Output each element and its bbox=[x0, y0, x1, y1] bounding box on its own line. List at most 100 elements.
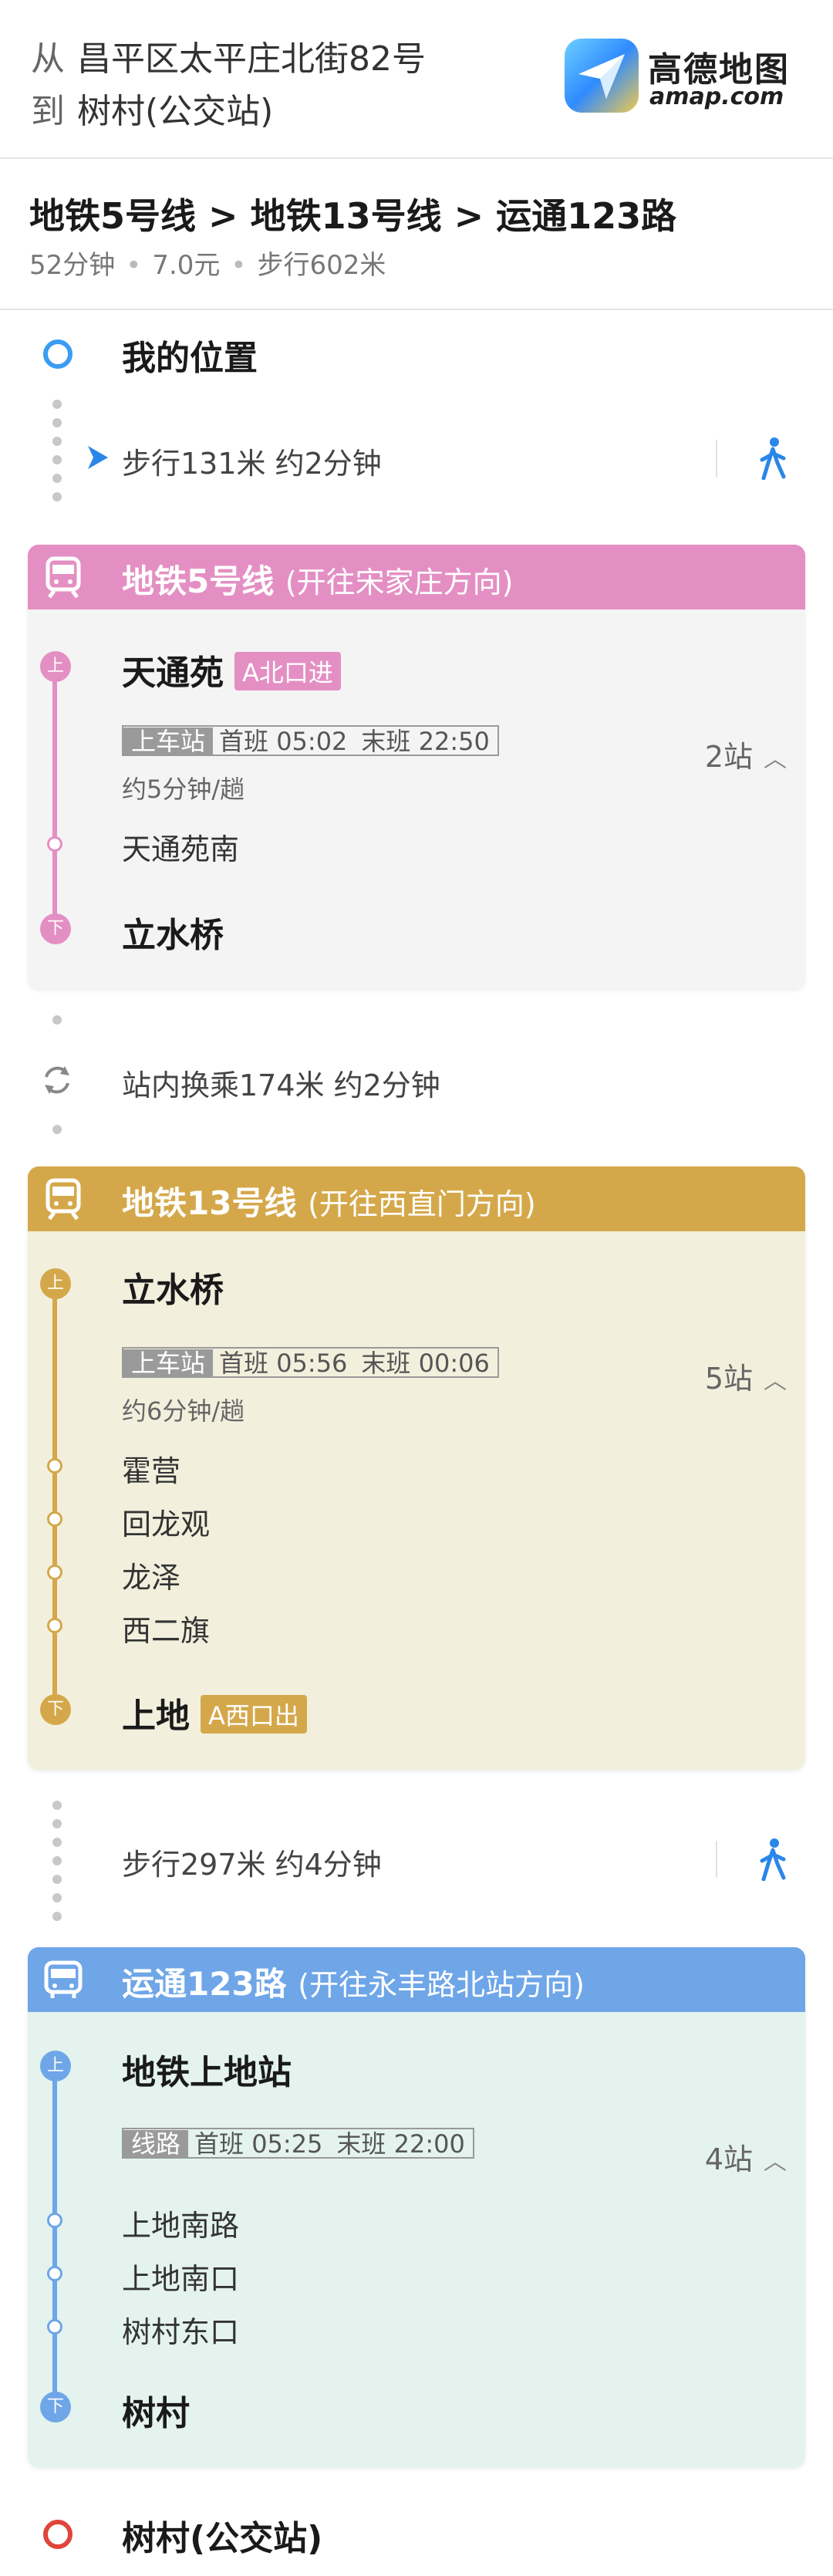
mid-stop: 树村东口 bbox=[122, 2315, 240, 2349]
alight-stop[interactable]: 立水桥 bbox=[122, 907, 224, 957]
last-train: 末班 22:50 bbox=[361, 727, 490, 756]
navigation-arrow-icon bbox=[88, 446, 108, 469]
amap-logo: 高德地图 amap.com bbox=[565, 39, 796, 119]
chevron-up-icon: ︿ bbox=[764, 1368, 787, 1395]
line-card-subway-13[interactable]: 地铁13号线 (开往西直门方向) 上 立水桥 上车站 首班 05:56 末班 00:… bbox=[28, 1166, 805, 1770]
card-header: 运通123路 (开往永丰路北站方向) bbox=[28, 1947, 805, 2012]
destination-marker-icon bbox=[43, 2520, 73, 2549]
route-meta: 52分钟 • 7.0元 • 步行602米 bbox=[29, 250, 386, 281]
board-marker-icon: 上 bbox=[40, 1268, 71, 1299]
line-card-subway-5[interactable]: 地铁5号线 (开往宋家庄方向) 上 天通苑 A北口进 上车站 首班 05:02 末班 … bbox=[28, 545, 805, 989]
schedule-box: 上车站 首班 05:02 末班 22:50 bbox=[122, 725, 499, 756]
line-rail bbox=[52, 660, 57, 915]
route-header: 从昌平区太平庄北街82号 到树村(公交站) 高德地图 amap.com bbox=[0, 0, 833, 159]
divider bbox=[716, 1841, 717, 1878]
entrance-badge: A北口进 bbox=[234, 652, 341, 690]
schedule-tag: 上车站 bbox=[123, 728, 214, 755]
transfer-icon bbox=[45, 1066, 69, 1094]
mid-stop-dot bbox=[47, 2319, 62, 2335]
alight-marker-icon: 下 bbox=[40, 1694, 71, 1725]
first-bus: 首班 05:25 bbox=[194, 2129, 323, 2159]
mid-stop: 霍营 bbox=[122, 1454, 181, 1488]
line-name: 地铁5号线 (开往宋家庄方向) bbox=[122, 555, 514, 603]
walk-total: 步行602米 bbox=[257, 250, 386, 281]
mid-stop: 西二旗 bbox=[122, 1614, 211, 1648]
mid-stop-dot bbox=[47, 2266, 62, 2281]
last-bus: 末班 22:00 bbox=[336, 2129, 465, 2159]
line-name-text: 地铁13号线 bbox=[122, 1184, 297, 1222]
fare: 7.0元 bbox=[152, 250, 221, 281]
subway-icon bbox=[46, 1178, 81, 1220]
mid-stop: 上地南路 bbox=[122, 2209, 240, 2243]
first-train: 首班 05:02 bbox=[219, 727, 348, 756]
mid-stop: 回龙观 bbox=[122, 1507, 211, 1541]
destination-label: 树村(公交站) bbox=[122, 2519, 323, 2558]
alight-stop[interactable]: 上地 A西口出 bbox=[122, 1688, 307, 1737]
subway-icon bbox=[46, 556, 81, 599]
last-train: 末班 00:06 bbox=[361, 1349, 490, 1378]
mid-stop-dot bbox=[47, 1511, 62, 1527]
mid-stop: 龙泽 bbox=[122, 1561, 181, 1595]
walking-person-icon[interactable] bbox=[757, 1838, 788, 1881]
mid-stop-dot bbox=[47, 1458, 62, 1474]
card-header: 地铁5号线 (开往宋家庄方向) bbox=[28, 545, 805, 609]
line-rail bbox=[52, 2063, 57, 2402]
line-card-bus-123[interactable]: 运通123路 (开往永丰路北站方向) 上 地铁上地站 线路 首班 05:25 末班 … bbox=[28, 1947, 805, 2467]
mid-stop-dot bbox=[47, 2213, 62, 2228]
to-row: 到树村(公交站) bbox=[31, 83, 273, 133]
schedule-box: 线路 首班 05:25 末班 22:00 bbox=[122, 2128, 474, 2159]
frequency: 约6分钟/趟 bbox=[122, 1396, 245, 1426]
alight-stop[interactable]: 树村 bbox=[122, 2385, 190, 2435]
board-marker-icon: 上 bbox=[40, 2051, 71, 2081]
line-rail bbox=[52, 1282, 57, 1699]
bus-icon bbox=[44, 1960, 83, 1998]
exit-badge: A西口出 bbox=[201, 1695, 307, 1734]
to-prefix: 到 bbox=[31, 92, 65, 131]
walking-person-icon[interactable] bbox=[757, 437, 788, 480]
stop-count-toggle[interactable]: 5站 ︿ bbox=[705, 1355, 787, 1397]
mid-stop-dot bbox=[47, 836, 62, 852]
stop-count: 4站 bbox=[704, 2142, 753, 2176]
board-marker-icon: 上 bbox=[40, 651, 71, 682]
line-name-text: 地铁5号线 bbox=[122, 562, 275, 600]
stop-count: 2站 bbox=[704, 740, 753, 774]
brand-site: amap.com bbox=[649, 83, 784, 110]
mid-stop: 上地南口 bbox=[122, 2262, 240, 2296]
mid-stop: 天通苑南 bbox=[122, 832, 240, 866]
stop-count-toggle[interactable]: 4站 ︿ bbox=[705, 2135, 787, 2178]
amap-logo-icon bbox=[565, 39, 639, 113]
transfer-dots-bottom bbox=[52, 1125, 62, 1143]
route-summary: 地铁5号线 > 地铁13号线 > 运通123路 52分钟 • 7.0元 • 步行602米 bbox=[0, 159, 833, 310]
to-address: 树村(公交站) bbox=[77, 92, 274, 131]
divider bbox=[716, 440, 717, 477]
board-stop[interactable]: 地铁上地站 bbox=[122, 2044, 292, 2094]
origin-label: 我的位置 bbox=[122, 339, 258, 378]
walk-dots bbox=[52, 1801, 62, 1930]
from-row: 从昌平区太平庄北街82号 bbox=[31, 31, 426, 80]
walk-step-2: 步行297米 约4分钟 bbox=[122, 1848, 382, 1882]
schedule-box: 上车站 首班 05:56 末班 00:06 bbox=[122, 1347, 499, 1378]
duration: 52分钟 bbox=[29, 250, 116, 281]
origin-marker-icon bbox=[43, 339, 73, 369]
line-direction: (开往永丰路北站方向) bbox=[298, 1968, 585, 2002]
line-direction: (开往西直门方向) bbox=[308, 1187, 536, 1221]
stop-count: 5站 bbox=[704, 1362, 753, 1396]
stop-count-toggle[interactable]: 2站 ︿ bbox=[705, 733, 787, 775]
board-stop[interactable]: 天通苑 A北口进 bbox=[122, 645, 341, 694]
transfer-dots-top bbox=[52, 1015, 62, 1034]
alight-marker-icon: 下 bbox=[40, 913, 71, 944]
alight-stop-name: 上地 bbox=[122, 1697, 190, 1736]
card-header: 地铁13号线 (开往西直门方向) bbox=[28, 1166, 805, 1231]
schedule-tag: 线路 bbox=[123, 2130, 189, 2158]
first-train: 首班 05:56 bbox=[219, 1349, 348, 1378]
route-title: 地铁5号线 > 地铁13号线 > 运通123路 bbox=[29, 195, 677, 237]
alight-marker-icon: 下 bbox=[40, 2392, 71, 2422]
mid-stop-dot bbox=[47, 1618, 62, 1633]
mid-stop-dot bbox=[47, 1565, 62, 1580]
transfer-step: 站内换乘174米 约2分钟 bbox=[122, 1069, 440, 1102]
walk-dots bbox=[52, 400, 62, 511]
board-stop[interactable]: 立水桥 bbox=[122, 1262, 224, 1312]
line-name-text: 运通123路 bbox=[122, 1965, 287, 2003]
frequency: 约5分钟/趟 bbox=[122, 775, 245, 804]
schedule-tag: 上车站 bbox=[123, 1349, 214, 1377]
